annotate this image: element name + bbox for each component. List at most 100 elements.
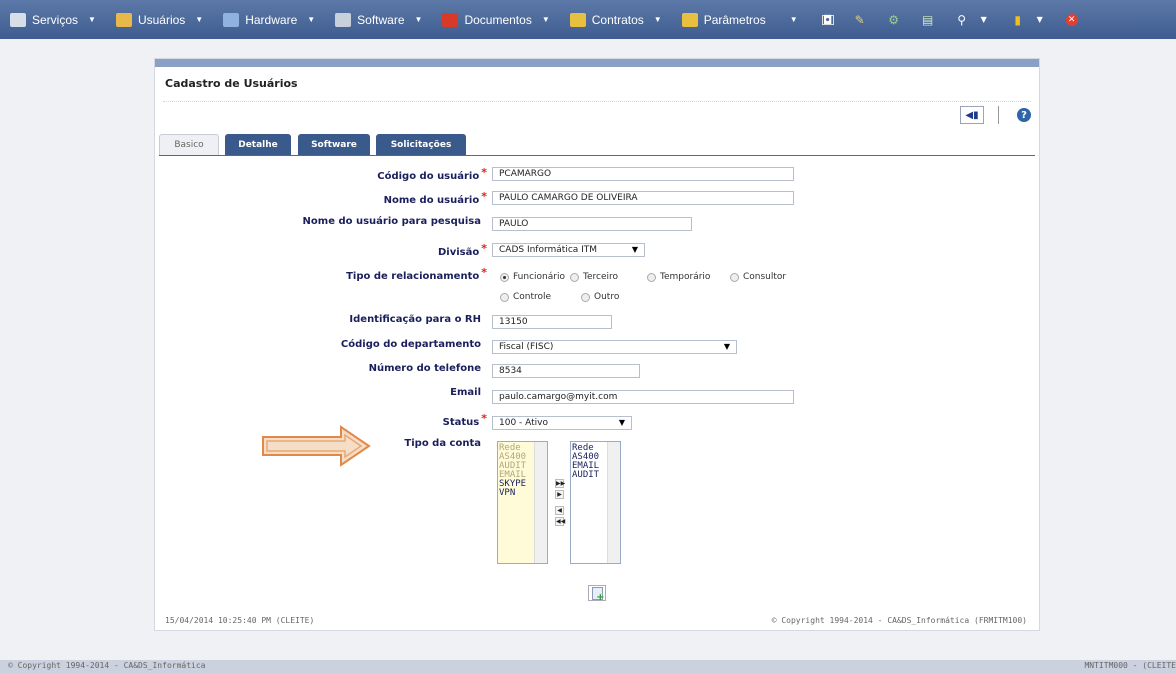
tab-software[interactable]: Software	[298, 134, 370, 155]
label-text: Tipo de relacionamento	[346, 271, 480, 282]
menu-label: Usuários	[137, 12, 186, 27]
chevron-down-icon: ▼	[723, 342, 730, 351]
nome-field[interactable]: PAULO CAMARGO DE OLIVEIRA	[492, 191, 794, 205]
contracts-icon	[569, 12, 586, 27]
list-item[interactable]: VPN	[499, 489, 546, 498]
tab-basico[interactable]: Basico	[159, 134, 219, 155]
chevron-down-icon[interactable]: ▼	[1032, 12, 1048, 28]
required-mark: *	[481, 242, 487, 255]
move-right-button[interactable]: ▶	[555, 490, 564, 499]
page-title: Cadastro de Usuários	[165, 77, 298, 90]
main-menu-bar: Serviços ▼ Usuários ▼ Hardware ▼ Software ▼ …	[0, 0, 1176, 39]
rh-label: Identificação para o RH	[349, 314, 481, 325]
menu-label: Hardware	[245, 12, 298, 27]
list-item[interactable]: AUDIT	[572, 471, 619, 480]
chevron-down-icon: ▼	[631, 245, 638, 254]
add-document-icon: +	[591, 586, 605, 602]
status-bar-program: MNTITM000 - (CLEITE	[1084, 661, 1176, 670]
telefone-label: Número do telefone	[368, 363, 481, 374]
back-arrow-icon: ◀▮	[965, 109, 979, 121]
select-value: Fiscal (FISC)	[499, 342, 554, 352]
edit-icon[interactable]: ✎	[852, 12, 868, 28]
radio-icon	[647, 272, 656, 282]
radio-terceiro[interactable]: Terceiro	[570, 272, 618, 282]
pesquisa-field[interactable]: PAULO	[492, 217, 692, 231]
radio-controle[interactable]: Controle	[500, 292, 551, 302]
radio-funcionario[interactable]: Funcionário	[500, 272, 565, 282]
menu-documentos[interactable]: Documentos ▼	[442, 12, 550, 27]
tipo-label: Tipo de relacionamento *	[346, 266, 487, 282]
rh-field[interactable]: 13150	[492, 315, 612, 329]
radio-label: Outro	[594, 292, 620, 302]
conta-label: Tipo da conta	[404, 438, 481, 449]
departamento-label: Código do departamento	[340, 339, 481, 350]
label-text: Status	[442, 417, 480, 428]
menu-usuarios[interactable]: Usuários ▼	[115, 12, 204, 27]
selected-accounts-list[interactable]: Rede AS400 EMAIL AUDIT	[570, 441, 621, 564]
user-registration-panel: Cadastro de Usuários ◀▮ ? Basico Detalhe…	[154, 58, 1040, 631]
close-icon[interactable]: ✕	[1065, 13, 1078, 26]
add-button[interactable]: +	[588, 585, 606, 602]
radio-icon	[570, 272, 579, 282]
menu-label: Parâmetros	[703, 12, 766, 27]
chevron-down-icon: ▼	[541, 15, 550, 24]
radio-outro[interactable]: Outro	[581, 292, 619, 302]
chevron-down-icon: ▼	[789, 15, 798, 24]
available-accounts-list[interactable]: Rede AS400 AUDIT EMAIL SKYPE VPN	[497, 441, 548, 564]
panel-header-strip	[155, 59, 1039, 67]
help-icon[interactable]: ?	[1017, 108, 1031, 122]
chevron-down-icon: ▼	[653, 15, 662, 24]
select-value: 100 - Ativo	[499, 418, 549, 428]
move-all-right-button[interactable]: ▶▶	[555, 479, 565, 488]
menu-contratos[interactable]: Contratos ▼	[569, 12, 662, 27]
select-value: CADS Informática ITM	[499, 245, 598, 255]
status-bar-copyright: © Copyright 1994-2014 - CA&DS_Informátic…	[8, 661, 206, 670]
label-text: Nome do usuário	[383, 195, 480, 206]
chevron-down-icon: ▼	[195, 15, 204, 24]
radio-label: Temporário	[660, 272, 711, 282]
chevron-down-icon[interactable]: ▼	[976, 12, 992, 28]
codigo-field[interactable]: PCAMARGO	[492, 167, 794, 181]
exit-door-icon[interactable]: ▮	[1010, 12, 1026, 28]
new-document-icon[interactable]: ▤	[920, 12, 936, 28]
menu-servicos[interactable]: Serviços ▼	[10, 12, 96, 27]
radio-icon	[581, 292, 590, 302]
divider	[998, 106, 999, 124]
search-icon[interactable]: ⚲	[954, 12, 970, 28]
telefone-field[interactable]: 8534	[492, 364, 640, 378]
back-button[interactable]: ◀▮	[960, 106, 984, 124]
monitor-icon[interactable]: ◘	[821, 13, 834, 27]
radio-temporario[interactable]: Temporário	[647, 272, 710, 282]
label-text: Código do usuário	[377, 171, 480, 182]
tab-solicitacoes[interactable]: Solicitações	[376, 134, 466, 155]
required-mark: *	[481, 412, 487, 425]
email-field[interactable]: paulo.camargo@myit.com	[492, 390, 794, 404]
move-left-button[interactable]: ◀	[555, 506, 564, 515]
hardware-icon	[223, 12, 240, 27]
menu-software[interactable]: Software ▼	[335, 12, 422, 27]
departamento-select[interactable]: Fiscal (FISC) ▼	[492, 340, 737, 354]
services-icon	[10, 12, 26, 27]
menu-label: Documentos	[464, 12, 532, 27]
tab-detalhe[interactable]: Detalhe	[225, 134, 291, 155]
move-all-left-button[interactable]: ◀◀	[555, 517, 565, 526]
codigo-label: Código do usuário *	[377, 166, 487, 182]
radio-label: Terceiro	[583, 272, 619, 282]
radio-consultor[interactable]: Consultor	[730, 272, 786, 282]
menu-hardware[interactable]: Hardware ▼	[223, 12, 315, 27]
copyright-text: © Copyright 1994-2014 - CA&DS_Informátic…	[771, 616, 1027, 625]
status-label: Status *	[442, 412, 487, 428]
divider	[163, 101, 1031, 102]
pesquisa-label: Nome do usuário para pesquisa	[302, 216, 481, 227]
chevron-down-icon: ▼	[88, 15, 96, 24]
required-mark: *	[481, 190, 487, 203]
menu-label: Software	[357, 12, 405, 27]
menu-label: Contratos	[591, 12, 644, 27]
menu-parametros[interactable]: Parâmetros ▼	[681, 12, 798, 27]
status-select[interactable]: 100 - Ativo ▼	[492, 416, 632, 430]
nome-label: Nome do usuário *	[383, 190, 487, 206]
settings-icon[interactable]: ⚙	[886, 12, 902, 28]
divisao-select[interactable]: CADS Informática ITM ▼	[492, 243, 645, 257]
users-icon	[115, 12, 132, 27]
timestamp: 15/04/2014 10:25:40 PM (CLEITE)	[165, 616, 315, 625]
